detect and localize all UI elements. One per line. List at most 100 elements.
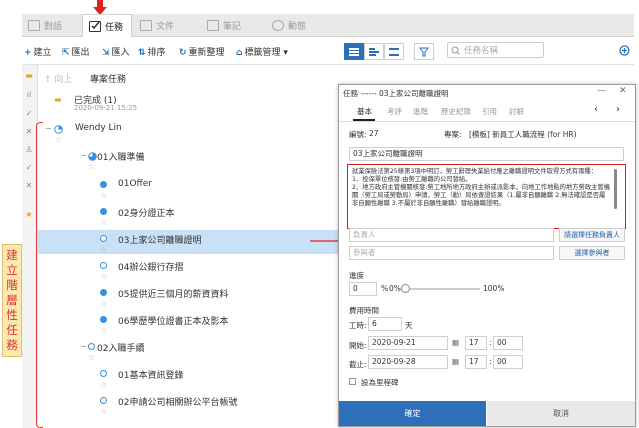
milestone-checkbox[interactable] [349,378,356,385]
progress-slider-track[interactable] [405,288,480,290]
refresh-icon: ↻ [179,48,187,58]
task-row[interactable]: 04辦公銀行存摺 ☆ [38,257,338,281]
start-date-input[interactable]: 2020-09-21 [368,336,448,350]
task-row[interactable]: 02身分證正本 ☆ [38,203,338,227]
note-icon [207,19,219,31]
progress-slider-handle[interactable] [401,284,410,293]
check-icon[interactable]: ✓ [24,109,34,118]
star-icon[interactable]: ★ [24,210,34,219]
end-minute-input[interactable]: 00 [493,355,523,369]
task-row[interactable]: 02申請公司相關辦公平台帳號 ☆ [38,392,338,416]
end-hour-input[interactable]: 17 [465,355,487,369]
tab-activity[interactable]: 動態 [272,14,306,36]
star-icon[interactable]: ☆ [100,191,107,200]
workday-input[interactable]: 6 [368,317,402,331]
export-button[interactable]: ⇱ 匯出 [62,45,90,58]
completed-row[interactable]: ▬ 已完成 (1) 2020-09-21 15:25 [38,91,338,115]
prev-arrow-icon[interactable]: ‹ [594,104,598,115]
start-minute-input[interactable]: 00 [493,336,523,350]
board-view-button[interactable] [384,43,404,60]
task-row[interactable]: 05提供近三個月的薪資資料 ☆ [38,284,338,308]
status-dot[interactable] [100,397,107,404]
star-icon[interactable]: ☆ [100,245,107,254]
detail-view-button[interactable] [364,43,384,60]
group-row[interactable]: − 01入職準備 ☆ [38,147,338,171]
tab-evaluation[interactable]: 考評 [387,106,402,117]
status-dot[interactable] [100,289,107,296]
search-input[interactable]: 任務名稱 [447,42,544,58]
list-view-button[interactable] [344,43,364,60]
participant-input[interactable]: 參與者 [349,246,554,260]
tab-basic[interactable]: 基本 [357,106,372,117]
filter-button[interactable] [414,43,434,60]
task-row[interactable]: 01Offer ☆ [38,176,338,200]
sort-icon: ⇅ [138,48,146,58]
user-icon[interactable]: ♙ [24,145,34,154]
description-box[interactable]: 就業保險法第25條第3項中明訂，勞工辭理失業給付應之離職證明文件取得方式有兩種：… [347,164,626,229]
tab-discussion[interactable]: 討解 [509,106,524,117]
tab-history[interactable]: 歷史紀錄 [441,106,471,117]
group-row[interactable]: − 02入職手續 ☆ [38,338,338,362]
task-name-input[interactable]: 03上家公司離職證明 [349,147,624,161]
up-button[interactable]: ↑ 向上 [44,72,72,85]
end-date-input[interactable]: 2020-09-28 [368,355,448,369]
ok-button[interactable]: 確定 [339,401,486,426]
task-row[interactable]: 06學歷學位證書正本及影本 ☆ [38,311,338,335]
star-icon[interactable]: ☆ [100,380,107,389]
owner-row[interactable]: − Wendy Lin ☆ [38,120,338,144]
status-dot[interactable] [100,181,107,188]
folder-icon[interactable]: ▬ [24,71,34,80]
tab-chat[interactable]: 對話 [28,14,62,36]
star-icon[interactable]: ☆ [100,272,107,281]
user-close-icon[interactable]: ✕ [24,181,34,190]
status-dot[interactable] [88,343,95,350]
toolbar: + 建立 ⇱ 匯出 ⇲ 匯入 ⇅ 排序 ↻ 重新整理 ⌂ 標籤管理 ▾ 任務名稱 [22,38,634,65]
import-button[interactable]: ⇲ 匯入 [102,45,130,58]
status-dot[interactable] [100,370,107,377]
tab-tasks[interactable]: 任務 [82,14,132,37]
status-dot[interactable] [100,208,107,215]
tab-reference[interactable]: 引用 [482,106,497,117]
close-icon[interactable]: ✕ [619,86,627,96]
add-circle-icon[interactable] [619,45,630,56]
star-icon[interactable]: ☆ [100,326,107,335]
sort-button[interactable]: ⇅ 排序 [138,45,166,58]
tab-files[interactable]: 文件 [140,14,174,36]
tab-advanced[interactable]: 進階 [413,106,428,117]
collapse-icon[interactable]: − [45,124,52,133]
tab-notes[interactable]: 筆記 [207,14,241,36]
assignee-input[interactable]: 負責人 [349,228,554,242]
star-icon[interactable]: ☆ [88,353,95,362]
star-icon[interactable]: ☆ [100,299,107,308]
select-participant-button[interactable]: 選擇參與者 [559,246,625,260]
star-icon[interactable]: ☆ [100,218,107,227]
star-icon[interactable]: ☆ [55,135,62,144]
tag-manage-button[interactable]: ⌂ 標籤管理 ▾ [236,45,288,58]
search-icon [451,46,460,55]
status-dot[interactable] [100,316,107,323]
start-hour-input[interactable]: 17 [465,336,487,350]
collapse-icon[interactable]: − [80,342,87,351]
close-icon[interactable]: ✕ [24,127,34,136]
status-dot[interactable] [100,235,107,242]
task-row[interactable]: 01基本資訊登錄 ☆ [38,365,338,389]
new-button[interactable]: + 建立 [24,45,52,58]
progress-input[interactable]: 0 [349,282,377,296]
star-icon[interactable]: ☆ [100,407,107,416]
task-check-icon [89,20,101,32]
task-row-selected[interactable]: 03上家公司離職證明 ☆ [38,230,338,254]
cancel-button[interactable]: 取消 [487,401,635,426]
select-assignee-button[interactable]: 請選擇任務負責人 [559,228,625,242]
scrollbar[interactable] [614,169,617,209]
status-dot[interactable] [100,262,107,269]
star-icon[interactable]: ☆ [88,162,95,171]
minimize-icon[interactable]: — [597,86,606,96]
reorganize-button[interactable]: ↻ 重新整理 [179,45,225,58]
collapse-icon[interactable]: − [80,151,87,160]
calendar-icon[interactable]: ▦ [452,338,459,347]
next-arrow-icon[interactable]: › [616,104,620,115]
chevron-down-icon: ▾ [283,48,288,58]
user-check-icon[interactable]: ✓ [24,163,34,172]
chart-icon[interactable]: ıl [24,90,34,99]
calendar-icon[interactable]: ▦ [452,357,459,366]
